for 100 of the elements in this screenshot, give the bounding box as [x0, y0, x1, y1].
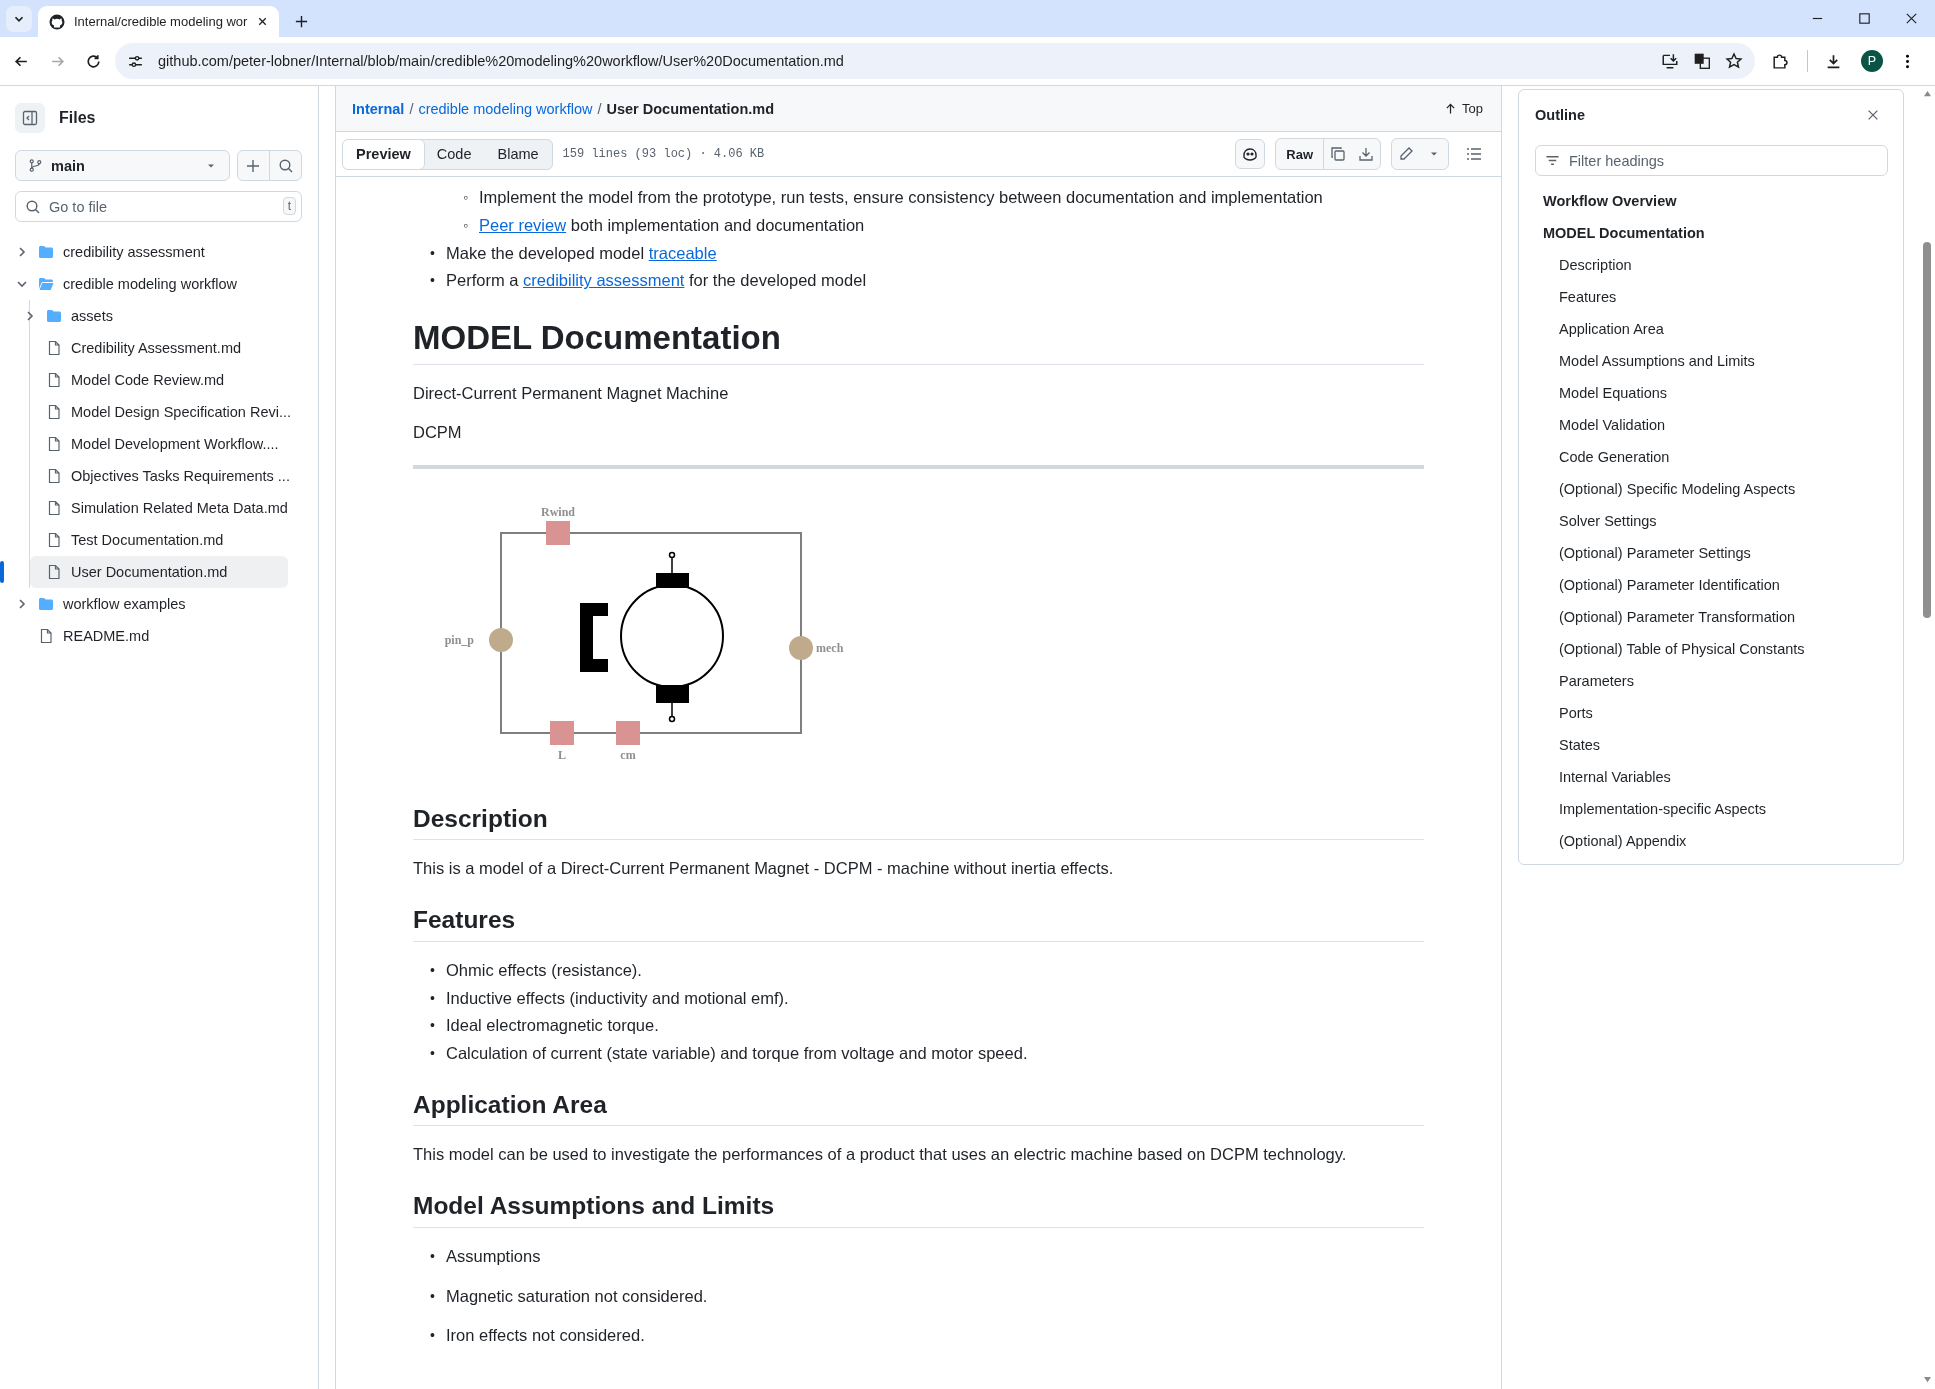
outline-item[interactable]: (Optional) Specific Modeling Aspects	[1535, 473, 1796, 505]
puzzle-icon[interactable]	[1771, 52, 1788, 70]
list-item: Iron effects not considered.	[446, 1326, 645, 1345]
folder-icon	[38, 244, 54, 260]
outline-item[interactable]: Parameters	[1535, 665, 1634, 697]
view-tab[interactable]: Blame	[484, 139, 552, 169]
list-item: Perform a credibility assessment for the developed model	[446, 271, 867, 290]
tab-search-button[interactable]	[6, 6, 32, 32]
outline-item[interactable]: (Optional) Parameter Transformation	[1535, 601, 1796, 633]
file-item[interactable]: Model Code Review.md	[8, 364, 288, 396]
plus-icon	[245, 157, 262, 174]
sidebar-toggle-button[interactable]	[15, 103, 45, 133]
file-item[interactable]: README.md	[8, 620, 288, 652]
list-item: Magnetic saturation not considered.	[446, 1286, 708, 1305]
outline-item[interactable]: MODEL Documentation	[1535, 217, 1705, 249]
translate-icon[interactable]	[1693, 52, 1711, 70]
folder-item[interactable]: assets	[8, 300, 288, 332]
outline-item[interactable]: (Optional) Appendix	[1535, 825, 1687, 857]
outline-item[interactable]: Features	[1535, 281, 1617, 313]
path-separator: /	[409, 100, 414, 117]
component-square	[550, 720, 574, 745]
component-square	[616, 720, 640, 745]
download-icon	[1358, 146, 1374, 162]
file-item[interactable]: Model Development Workflow....	[8, 428, 288, 460]
top-button[interactable]: Top	[1442, 101, 1485, 116]
folder-item[interactable]: credible modeling workflow	[8, 268, 288, 300]
panel-icon	[22, 110, 38, 126]
tab-title: Internal/credible modeling wor	[74, 14, 248, 29]
outline-item[interactable]: (Optional) Parameter Identification	[1535, 569, 1780, 601]
copilot-button[interactable]	[1235, 139, 1266, 169]
bullet: •	[430, 1286, 435, 1306]
outline-item[interactable]: Code Generation	[1535, 441, 1670, 473]
cat-logo-icon	[49, 13, 65, 30]
text-link[interactable]: traceable	[648, 243, 717, 262]
list-item: Implement the model from the prototype, run tests, ensure consistency between documentation and implementation	[479, 188, 1323, 206]
pencil-icon	[1398, 146, 1414, 162]
outline-item[interactable]: Implementation-specific Aspects	[1535, 793, 1767, 825]
bullet: ◦	[463, 215, 468, 235]
install-app-icon[interactable]	[1661, 52, 1679, 70]
star-icon[interactable]	[1725, 52, 1743, 70]
folder-link[interactable]: credible modeling workflow	[418, 100, 593, 117]
address-bar[interactable]: github.com/peter-lobner/Internal/blob/main/credible%20modeling%20workflow/User%20Documentation.md	[115, 43, 1755, 79]
file-item[interactable]: Test Documentation.md	[8, 524, 288, 556]
heading: Features	[413, 905, 1424, 942]
view-tab[interactable]: Code	[423, 139, 485, 169]
browser-tab[interactable]: Internal/credible modeling wor	[38, 6, 280, 37]
outline-item[interactable]: Internal Variables	[1535, 761, 1671, 793]
sidebar-title: Files	[59, 109, 96, 127]
paragraph: DCPM	[413, 422, 463, 443]
outline-item[interactable]: Description	[1535, 249, 1632, 281]
file-icon	[46, 340, 62, 356]
bullet: •	[430, 988, 435, 1008]
search-icon	[277, 157, 294, 174]
scroll-down-icon[interactable]	[1922, 1376, 1932, 1383]
paragraph: Direct-Current Permanent Magnet Machine	[413, 383, 730, 405]
new-tab-icon[interactable]	[294, 14, 310, 29]
branch-selector[interactable]: main	[15, 150, 230, 181]
bullet: ◦	[463, 188, 468, 207]
text-link[interactable]: Peer review	[479, 215, 567, 234]
scroll-up-icon[interactable]	[1922, 90, 1932, 97]
filter-field[interactable]: Filter headings	[1535, 145, 1888, 176]
list-icon	[1466, 146, 1482, 162]
view-tab[interactable]: Preview	[343, 139, 425, 169]
outline-item[interactable]: Solver Settings	[1535, 505, 1657, 537]
outline-item[interactable]: (Optional) Parameter Settings	[1535, 537, 1751, 569]
bullet: •	[430, 960, 435, 980]
outline-item[interactable]: Model Validation	[1535, 409, 1666, 441]
file-item[interactable]: Simulation Related Meta Data.md	[8, 492, 288, 524]
maximize-icon[interactable]	[1857, 11, 1872, 26]
component-square	[546, 520, 570, 545]
port-circle	[789, 635, 813, 660]
text-link[interactable]: credibility assessment	[523, 271, 685, 290]
close-icon[interactable]	[1904, 11, 1919, 26]
bullet: •	[430, 1044, 435, 1063]
outline-item[interactable]: Workflow Overview	[1535, 185, 1677, 217]
scrollbar-thumb[interactable]	[1923, 242, 1931, 618]
paragraph: This model can be used to investigate the performances of a product that uses an electric machine based on DCPM technology.	[413, 1144, 1348, 1166]
outline-item[interactable]: Ports	[1535, 697, 1593, 729]
repo-link[interactable]: Internal	[352, 100, 405, 117]
outline-item[interactable]: (Optional) Table of Physical Constants	[1535, 633, 1805, 665]
file-item[interactable]: Model Design Specification Revi...	[8, 396, 288, 428]
list-item: Calculation of current (state variable) and torque from voltage and motor speed.	[446, 1044, 1028, 1062]
outline-item[interactable]: Model Equations	[1535, 377, 1667, 409]
file-item[interactable]: Credibility Assessment.md	[8, 332, 288, 364]
port-label: mech	[816, 640, 844, 655]
bullet: •	[430, 1326, 435, 1346]
file-icon	[46, 564, 62, 580]
profile-avatar[interactable]: P	[1861, 50, 1883, 72]
folder-item[interactable]: credibility assessment	[8, 236, 288, 268]
folder-item[interactable]: workflow examples	[8, 588, 288, 620]
file-icon	[46, 532, 62, 548]
filter-icon	[1545, 153, 1560, 168]
outline-item[interactable]: Model Assumptions and Limits	[1535, 345, 1755, 377]
file-item[interactable]: Objectives Tasks Requirements ...	[8, 460, 288, 492]
port-label: cm	[620, 747, 636, 762]
file-info: 159 lines (93 loc) · 4.06 KB	[562, 147, 765, 161]
reload-icon[interactable]	[85, 52, 102, 70]
outline-item[interactable]: Application Area	[1535, 313, 1664, 345]
outline-item[interactable]: States	[1535, 729, 1601, 761]
download-icon[interactable]	[1825, 52, 1842, 70]
